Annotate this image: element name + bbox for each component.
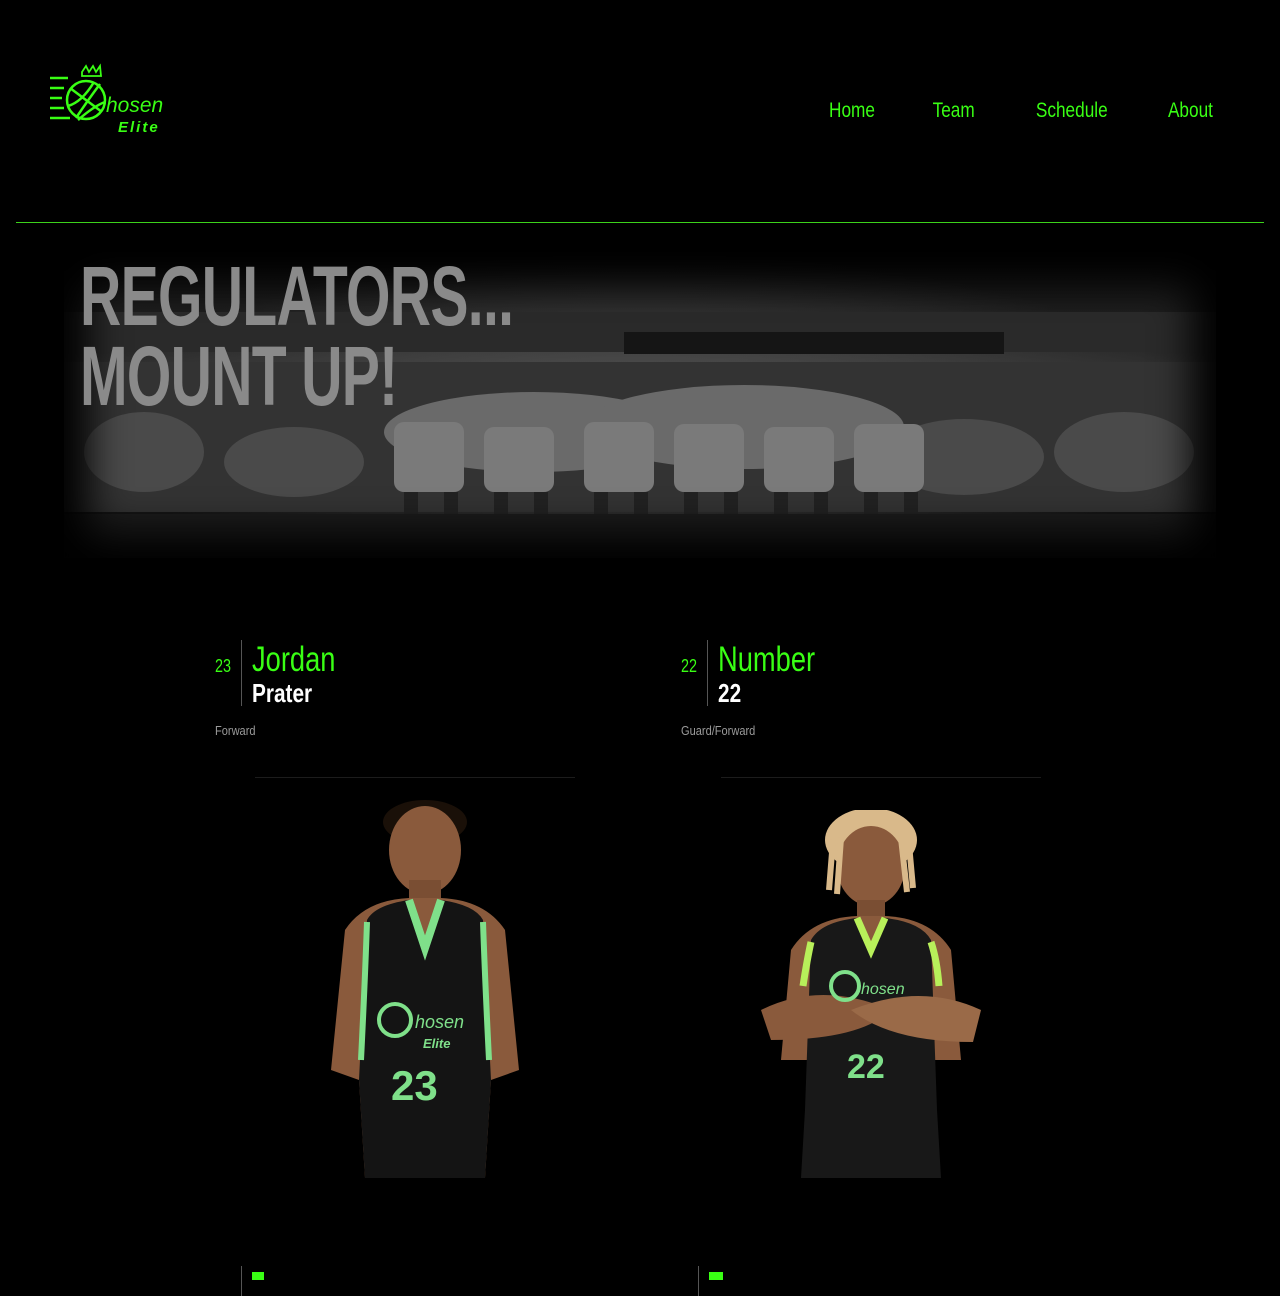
svg-text:hosen: hosen xyxy=(861,981,905,998)
header-divider xyxy=(16,222,1264,223)
player-card-partial[interactable] xyxy=(215,1266,635,1296)
card-divider xyxy=(241,1266,242,1296)
hero-title: REGULATORS... MOUNT UP! xyxy=(80,249,514,423)
player-card[interactable]: 23 Jordan Prater Forward hosen Elite 23 xyxy=(215,640,635,1180)
player-first-name: Jordan xyxy=(252,640,336,679)
svg-text:hosen: hosen xyxy=(415,1012,464,1032)
player-position: Forward xyxy=(215,723,256,738)
player-first-name: Number xyxy=(718,640,816,679)
jersey-number: 22 xyxy=(847,1048,885,1086)
nav-about[interactable]: About xyxy=(1168,99,1213,131)
main-nav: Home Team Schedule About xyxy=(824,99,1218,131)
player-photo: hosen Elite 23 xyxy=(331,800,519,1178)
card-divider xyxy=(707,640,708,706)
photo-top-line xyxy=(255,777,575,778)
hero-title-line2: MOUNT UP! xyxy=(80,329,398,423)
nav-team[interactable]: Team xyxy=(933,99,975,131)
player-position: Guard/Forward xyxy=(681,723,756,738)
brand-logo[interactable]: hosen Elite xyxy=(48,62,188,144)
player-card[interactable]: 22 Number 22 Guard/Forward hosen 22 xyxy=(681,640,1101,1180)
hero-title-line1: REGULATORS... xyxy=(80,249,514,343)
player-number: 22 xyxy=(681,656,698,676)
player-last-name: Prater xyxy=(252,678,313,708)
player-last-name: 22 xyxy=(718,678,742,708)
jersey-number: 23 xyxy=(391,1062,438,1109)
nav-schedule[interactable]: Schedule xyxy=(1035,99,1107,131)
player-first-name-fragment xyxy=(709,1272,723,1280)
logo-text-elite: Elite xyxy=(118,119,160,136)
nav-home[interactable]: Home xyxy=(829,99,875,131)
player-number: 23 xyxy=(215,656,232,676)
player-first-name-fragment xyxy=(252,1272,264,1280)
card-divider xyxy=(698,1266,699,1296)
player-photo: hosen 22 xyxy=(761,810,981,1178)
card-divider xyxy=(241,640,242,706)
svg-text:Elite: Elite xyxy=(423,1036,450,1051)
player-card-partial[interactable] xyxy=(672,1266,1092,1296)
logo-text-hosen: hosen xyxy=(106,94,164,117)
photo-top-line xyxy=(721,777,1041,778)
